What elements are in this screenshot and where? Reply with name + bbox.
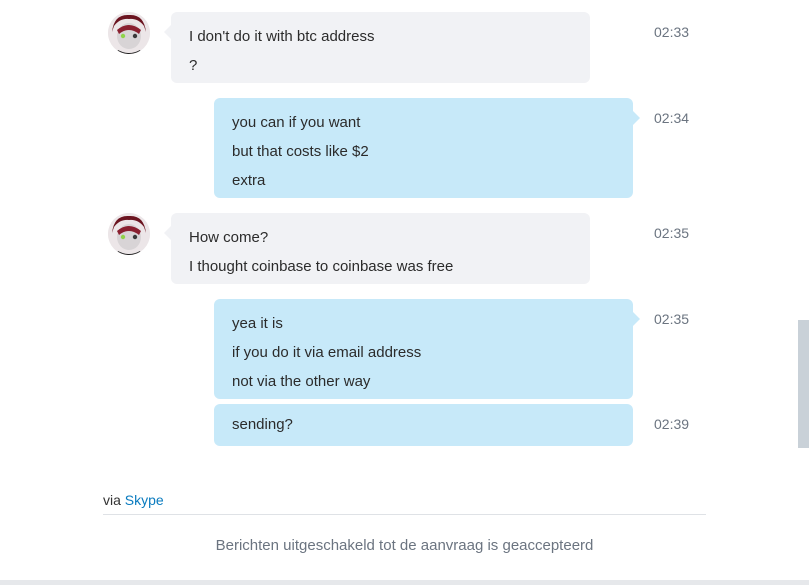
message-bubble-incoming: I don't do it with btc address ? [164,12,590,83]
contact-avatar[interactable] [108,213,150,255]
message-timestamp: 02:35 [654,311,690,327]
message-text: you can if you want [232,114,361,131]
message-text: not via the other way [232,373,371,390]
message-timestamp: 02:35 [654,225,690,241]
message-text: I don't do it with btc address [189,28,375,45]
message-text: but that costs like $2 [232,143,369,160]
message-bubble-incoming: How come? I thought coinbase to coinbase… [164,213,590,284]
message-text: yea it is [232,315,283,332]
scrollbar-thumb[interactable] [798,320,809,448]
message-bubble-outgoing: you can if you want but that costs like … [214,98,640,198]
bottom-border [0,580,809,585]
message-text: ? [189,57,198,74]
avatar-image-icon [108,12,150,54]
via-source: via Skype [103,492,164,508]
divider [103,514,706,515]
via-prefix: via [103,492,125,508]
messages-disabled-notice: Berichten uitgeschakeld tot de aanvraag … [215,537,594,554]
message-timestamp: 02:34 [654,110,690,126]
message-text: I thought coinbase to coinbase was free [189,258,454,275]
message-timestamp: 02:39 [654,416,690,432]
message-text: sending? [232,416,293,433]
message-bubble-outgoing: yea it is if you do it via email address… [214,299,640,399]
message-text: if you do it via email address [232,344,422,361]
skype-link[interactable]: Skype [125,492,164,508]
message-text: extra [232,172,266,189]
contact-avatar[interactable] [108,12,150,54]
message-text: How come? [189,229,269,246]
avatar-image-icon [108,213,150,255]
message-bubble-outgoing: sending? [214,404,633,446]
message-timestamp: 02:33 [654,24,690,40]
